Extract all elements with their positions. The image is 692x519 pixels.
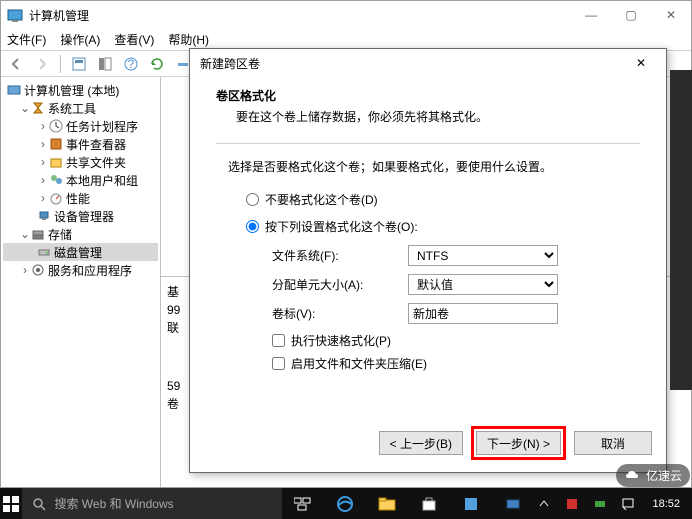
tray-icon-1[interactable] (562, 494, 582, 514)
tree-event-viewer[interactable]: ›事件查看器 (3, 135, 158, 153)
fs-select[interactable]: NTFS (408, 245, 558, 266)
dialog-titlebar[interactable]: 新建跨区卷 ✕ (190, 49, 666, 77)
window-title: 计算机管理 (29, 7, 571, 24)
app-icon-1[interactable] (450, 488, 492, 519)
nav-tree: 计算机管理 (本地) ⌄系统工具 ›任务计划程序 ›事件查看器 ›共享文件夹 ›… (1, 77, 161, 487)
tree-device-mgr[interactable]: 设备管理器 (3, 207, 158, 225)
quick-format-label: 执行快速格式化(P) (291, 332, 391, 349)
menu-action[interactable]: 操作(A) (60, 31, 100, 48)
app-icon-2[interactable] (492, 488, 534, 519)
system-tray: 18:52 (534, 488, 692, 519)
compress-label: 启用文件和文件夹压缩(E) (291, 355, 427, 372)
dialog-title: 新建跨区卷 (200, 55, 626, 72)
radio-no-format-label: 不要格式化这个卷(D) (265, 191, 378, 208)
new-spanned-volume-dialog: 新建跨区卷 ✕ 卷区格式化 要在这个卷上储存数据，你必须先将其格式化。 选择是否… (189, 48, 667, 473)
alloc-select[interactable]: 默认值 (408, 274, 558, 295)
tree-label: 存储 (48, 226, 72, 243)
quick-format-checkbox[interactable] (272, 334, 285, 347)
radio-format[interactable] (246, 220, 259, 233)
tree-shared-folders[interactable]: ›共享文件夹 (3, 153, 158, 171)
menu-help[interactable]: 帮助(H) (168, 31, 209, 48)
tree-task-sched[interactable]: ›任务计划程序 (3, 117, 158, 135)
next-button[interactable]: 下一步(N) > (476, 431, 561, 455)
explorer-icon[interactable] (366, 488, 408, 519)
close-button[interactable]: ✕ (651, 1, 691, 29)
side-strip (670, 70, 692, 390)
help-icon[interactable]: ? (120, 53, 142, 75)
tree-services[interactable]: ›服务和应用程序 (3, 261, 158, 279)
tray-notif-icon[interactable] (618, 494, 638, 514)
dialog-subheading: 要在这个卷上储存数据，你必须先将其格式化。 (216, 108, 640, 125)
alloc-label: 分配单元大小(A): (272, 276, 408, 293)
dialog-close-button[interactable]: ✕ (626, 51, 656, 75)
taskbar: 搜索 Web 和 Windows 18:52 (0, 488, 692, 519)
refresh-icon[interactable] (146, 53, 168, 75)
app-icon (7, 7, 23, 23)
menu-view[interactable]: 查看(V) (114, 31, 154, 48)
vol-input[interactable] (408, 303, 558, 324)
tree-label: 设备管理器 (54, 208, 114, 225)
compress-checkbox[interactable] (272, 357, 285, 370)
search-icon (32, 497, 46, 511)
tree-local-users[interactable]: ›本地用户和组 (3, 171, 158, 189)
svg-text:?: ? (128, 57, 135, 71)
tree-label: 系统工具 (48, 100, 96, 117)
taskbar-search[interactable]: 搜索 Web 和 Windows (22, 488, 282, 519)
menu-file[interactable]: 文件(F) (7, 31, 46, 48)
clock[interactable]: 18:52 (646, 498, 686, 510)
tree-label: 本地用户和组 (66, 172, 138, 189)
maximize-button[interactable]: ▢ (611, 1, 651, 29)
back-icon[interactable] (5, 53, 27, 75)
vol-label: 卷标(V): (272, 305, 408, 322)
fs-label: 文件系统(F): (272, 247, 408, 264)
edge-icon[interactable] (324, 488, 366, 519)
tool-icon-1[interactable] (68, 53, 90, 75)
tray-up-icon[interactable] (534, 494, 554, 514)
dialog-heading: 卷区格式化 (216, 87, 640, 104)
tree-systools[interactable]: ⌄系统工具 (3, 99, 158, 117)
tree-label: 任务计划程序 (66, 118, 138, 135)
tree-performance[interactable]: ›性能 (3, 189, 158, 207)
brand-watermark: 亿速云 (616, 464, 690, 487)
titlebar[interactable]: 计算机管理 — ▢ ✕ (1, 1, 691, 29)
tray-icon-2[interactable] (590, 494, 610, 514)
tree-label: 事件查看器 (66, 136, 126, 153)
tree-root[interactable]: 计算机管理 (本地) (3, 81, 158, 99)
tree-label: 磁盘管理 (54, 244, 102, 261)
task-view-icon[interactable] (282, 488, 324, 519)
tree-label: 共享文件夹 (66, 154, 126, 171)
next-button-highlight: 下一步(N) > (471, 426, 566, 460)
radio-format-label: 按下列设置格式化这个卷(O): (265, 218, 418, 235)
tree-label: 性能 (66, 190, 90, 207)
minimize-button[interactable]: — (571, 1, 611, 29)
cancel-button[interactable]: 取消 (574, 431, 652, 455)
tree-storage[interactable]: ⌄存储 (3, 225, 158, 243)
search-placeholder: 搜索 Web 和 Windows (54, 495, 173, 512)
radio-no-format[interactable] (246, 193, 259, 206)
forward-icon[interactable] (31, 53, 53, 75)
tree-disk-mgmt[interactable]: 磁盘管理 (3, 243, 158, 261)
tree-label: 计算机管理 (本地) (24, 82, 119, 99)
back-button[interactable]: < 上一步(B) (379, 431, 463, 455)
dialog-desc: 选择是否要格式化这个卷；如果要格式化，要使用什么设置。 (216, 158, 640, 175)
tree-label: 服务和应用程序 (48, 262, 132, 279)
start-button[interactable] (0, 488, 22, 519)
tool-icon-2[interactable] (94, 53, 116, 75)
store-icon[interactable] (408, 488, 450, 519)
